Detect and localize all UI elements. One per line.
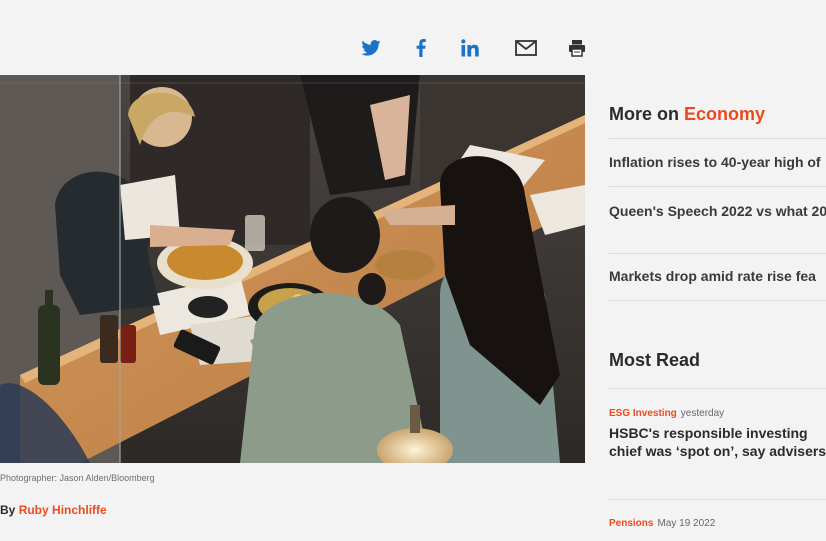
- article-date: May 19 2022: [657, 518, 716, 529]
- article-title[interactable]: HSBC's responsible investing chief was ‘…: [609, 424, 826, 460]
- divider: [609, 300, 826, 301]
- author-link[interactable]: Ruby Hinchliffe: [19, 503, 107, 517]
- byline-prefix: By: [0, 503, 19, 517]
- divider: [609, 186, 826, 187]
- related-link[interactable]: Queen's Speech 2022 vs what 2021: [609, 203, 826, 220]
- more-on-prefix: More on: [609, 104, 684, 124]
- most-read-heading: Most Read: [609, 350, 701, 370]
- divider: [609, 388, 826, 389]
- print-icon[interactable]: [566, 37, 588, 59]
- byline: By Ruby Hinchliffe: [0, 503, 107, 517]
- more-on-topic[interactable]: Economy: [684, 104, 765, 124]
- photo-caption: Photographer: Jason Alden/Bloomberg: [0, 473, 155, 483]
- divider: [609, 138, 826, 139]
- more-on-heading: More on Economy: [609, 104, 765, 125]
- facebook-icon[interactable]: [410, 37, 432, 59]
- category-tag[interactable]: ESG Investing: [609, 408, 677, 419]
- article-meta: ESG Investing yesterday: [609, 408, 826, 419]
- sidebar: More on Economy Inflation rises to 40-ye…: [609, 75, 826, 541]
- twitter-icon[interactable]: [360, 37, 382, 59]
- article-meta: Pensions May 19 2022: [609, 518, 826, 529]
- hero-image: [0, 75, 585, 463]
- related-link[interactable]: Inflation rises to 40-year high of: [609, 154, 821, 171]
- email-icon[interactable]: [515, 37, 537, 59]
- most-read-item[interactable]: ESG Investing yesterday HSBC's responsibl…: [609, 408, 826, 460]
- divider: [609, 253, 826, 254]
- most-read-item[interactable]: Pensions May 19 2022: [609, 518, 826, 529]
- related-link[interactable]: Markets drop amid rate rise fea: [609, 268, 816, 285]
- category-tag[interactable]: Pensions: [609, 518, 653, 529]
- linkedin-icon[interactable]: [459, 37, 481, 59]
- divider: [609, 499, 826, 500]
- article-date: yesterday: [680, 408, 725, 419]
